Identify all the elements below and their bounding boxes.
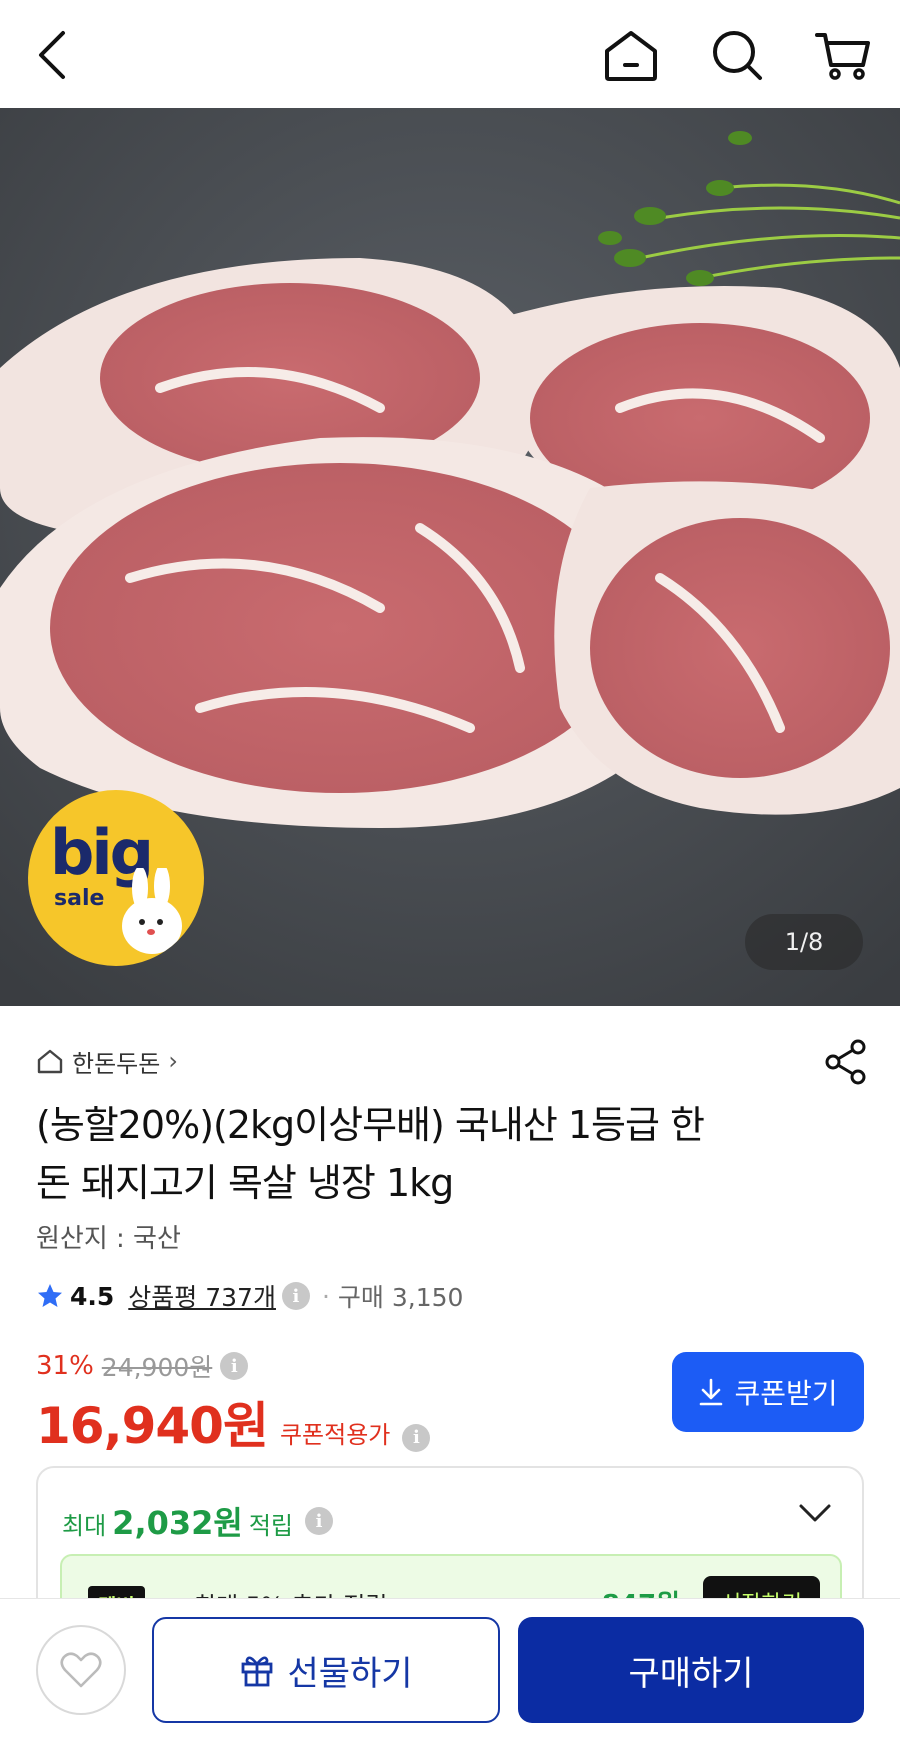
rabbit-icon bbox=[122, 868, 182, 954]
purchase-count: 구매 3,150 bbox=[337, 1283, 464, 1312]
separator-dot: · bbox=[321, 1281, 330, 1311]
product-image-carousel[interactable]: big sale 1/8 bbox=[0, 108, 900, 1006]
get-coupon-label: 쿠폰받기 bbox=[734, 1377, 838, 1410]
original-price: 24,900원 bbox=[101, 1353, 213, 1382]
price-row: 16,940원 쿠폰적용가 i bbox=[36, 1386, 431, 1455]
rating-value: 4.5 bbox=[70, 1281, 115, 1311]
image-counter: 1/8 bbox=[745, 914, 863, 970]
search-button[interactable] bbox=[702, 20, 772, 90]
origin-info: 원산지 : 국산 bbox=[36, 1224, 181, 1254]
product-title: (농할20%)(2kg이상무배) 국내산 1등급 한 돈 돼지고기 목살 냉장 … bbox=[36, 1096, 826, 1212]
chevron-down-icon[interactable] bbox=[798, 1502, 832, 1524]
gift-icon bbox=[242, 1656, 273, 1687]
cart-button[interactable] bbox=[808, 20, 878, 90]
chevron-left-icon bbox=[39, 31, 65, 79]
search-icon bbox=[713, 31, 762, 80]
bottom-action-bar: 선물하기 구매하기 bbox=[0, 1598, 900, 1741]
points-prefix: 최대 bbox=[62, 1512, 107, 1540]
points-summary[interactable]: 최대 2,032원 적립 i bbox=[62, 1498, 334, 1544]
sale-price: 16,940원 bbox=[36, 1397, 269, 1455]
coupon-info-icon[interactable]: i bbox=[402, 1423, 431, 1452]
back-button[interactable] bbox=[18, 20, 88, 90]
info-icon[interactable]: i bbox=[281, 1282, 310, 1310]
home-button[interactable] bbox=[596, 20, 666, 90]
download-icon bbox=[700, 1378, 723, 1406]
store-home-icon bbox=[37, 1049, 63, 1074]
wishlist-button[interactable] bbox=[36, 1625, 126, 1715]
share-button[interactable] bbox=[822, 1038, 870, 1086]
chevron-right-icon: › bbox=[168, 1047, 178, 1075]
store-name: 한돈두돈 bbox=[72, 1049, 161, 1078]
review-count-link[interactable]: 상품평 737개 bbox=[128, 1278, 276, 1314]
home-icon bbox=[605, 31, 657, 81]
buy-button[interactable]: 구매하기 bbox=[518, 1617, 864, 1723]
price-info-icon[interactable]: i bbox=[220, 1352, 249, 1380]
rating-row: 4.5 상품평 737개 i · 구매 3,150 bbox=[36, 1278, 463, 1314]
cart-icon bbox=[815, 33, 870, 80]
discount-rate: 31% bbox=[36, 1351, 94, 1381]
top-nav-bar bbox=[0, 0, 900, 108]
store-link[interactable]: 한돈두돈 › bbox=[36, 1041, 178, 1081]
points-info-icon[interactable]: i bbox=[305, 1507, 334, 1535]
coupon-price-label: 쿠폰적용가 bbox=[279, 1421, 391, 1449]
heart-icon bbox=[60, 1652, 102, 1688]
star-icon bbox=[38, 1284, 62, 1307]
points-suffix: 적립 bbox=[248, 1512, 294, 1540]
badge-sale-text: sale bbox=[54, 886, 105, 911]
big-sale-badge: big sale bbox=[28, 790, 204, 966]
get-coupon-button[interactable]: 쿠폰받기 bbox=[672, 1352, 864, 1432]
gift-label: 선물하기 bbox=[287, 1653, 413, 1694]
points-amount: 2,032원 bbox=[112, 1504, 243, 1542]
gift-button[interactable]: 선물하기 bbox=[152, 1617, 500, 1723]
product-title-line2: 돈 돼지고기 목살 냉장 1kg bbox=[36, 1161, 454, 1205]
discount-row: 31% 24,900원 i bbox=[36, 1348, 249, 1384]
share-icon bbox=[825, 1039, 866, 1085]
product-title-line1: (농할20%)(2kg이상무배) 국내산 1등급 한 bbox=[36, 1103, 705, 1147]
